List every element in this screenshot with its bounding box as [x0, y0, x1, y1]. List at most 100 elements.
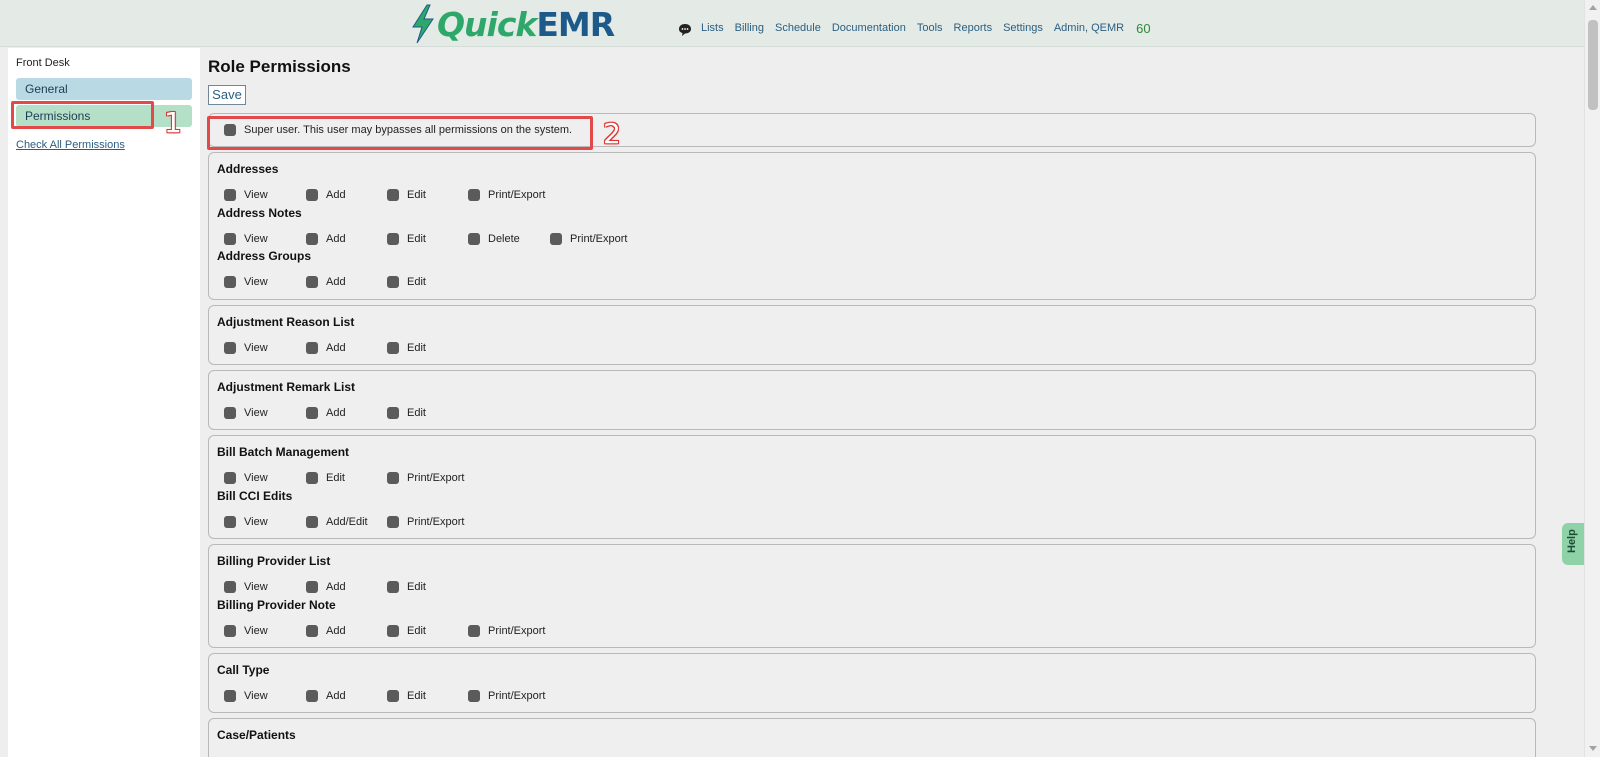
- brand-name: QuickEMR: [437, 4, 615, 44]
- perm-billing-provider-note-add[interactable]: Add: [306, 625, 346, 637]
- option-label: View: [244, 189, 268, 201]
- option-label: Edit: [407, 625, 426, 637]
- checkbox-icon: [306, 516, 318, 528]
- checkbox-icon: [468, 189, 480, 201]
- main-nav: Lists Billing Schedule Documentation Too…: [678, 19, 1151, 37]
- option-label: View: [244, 581, 268, 593]
- perm-billing-provider-edit[interactable]: Edit: [387, 581, 426, 593]
- perm-addresses-print-export[interactable]: Print/Export: [468, 189, 545, 201]
- speech-bubble-icon[interactable]: [678, 23, 692, 37]
- option-label: Print/Export: [407, 516, 465, 528]
- tab-general[interactable]: General: [16, 78, 192, 100]
- perm-addresses-view[interactable]: View: [224, 189, 268, 201]
- nav-documentation[interactable]: Documentation: [832, 22, 906, 34]
- option-label: Add: [326, 407, 346, 419]
- checkbox-icon: [387, 516, 399, 528]
- option-label: Edit: [407, 276, 426, 288]
- option-label: View: [244, 690, 268, 702]
- perm-address-groups-add[interactable]: Add: [306, 276, 346, 288]
- checkbox-icon: [387, 407, 399, 419]
- perm-bill-cci-view[interactable]: View: [224, 516, 268, 528]
- permission-card-case-patients: Case/Patients: [208, 718, 1536, 757]
- checkbox-icon: [224, 233, 236, 245]
- perm-bill-batch-edit[interactable]: Edit: [306, 472, 345, 484]
- nav-tools[interactable]: Tools: [917, 22, 943, 34]
- option-label: Add: [326, 581, 346, 593]
- perm-adjustment-remark-add[interactable]: Add: [306, 407, 346, 419]
- checkbox-icon: [387, 276, 399, 288]
- scrollbar-thumb[interactable]: [1588, 20, 1598, 110]
- perm-bill-batch-print-export[interactable]: Print/Export: [387, 472, 464, 484]
- perm-bill-cci-add-edit[interactable]: Add/Edit: [306, 516, 368, 528]
- checkbox-icon: [387, 233, 399, 245]
- perm-address-groups-edit[interactable]: Edit: [387, 276, 426, 288]
- perm-billing-provider-note-print-export[interactable]: Print/Export: [468, 625, 545, 637]
- perm-call-type-edit[interactable]: Edit: [387, 690, 426, 702]
- annotation-box-1: [11, 101, 154, 129]
- option-label: Add: [326, 625, 346, 637]
- group-title: Addresses: [217, 162, 279, 176]
- nav-schedule[interactable]: Schedule: [775, 22, 821, 34]
- scroll-down-icon[interactable]: [1589, 746, 1597, 751]
- save-button[interactable]: Save: [208, 85, 246, 105]
- perm-call-type-add[interactable]: Add: [306, 690, 346, 702]
- nav-lists[interactable]: Lists: [701, 22, 724, 34]
- nav-billing[interactable]: Billing: [735, 22, 764, 34]
- nav-reports[interactable]: Reports: [954, 22, 993, 34]
- perm-address-notes-edit[interactable]: Edit: [387, 233, 426, 245]
- perm-adjustment-remark-view[interactable]: View: [224, 407, 268, 419]
- option-label: Edit: [407, 690, 426, 702]
- help-tab[interactable]: Help: [1562, 523, 1584, 565]
- perm-adjustment-reason-view[interactable]: View: [224, 342, 268, 354]
- option-label: Print/Export: [488, 690, 546, 702]
- option-label: Print/Export: [488, 189, 546, 201]
- checkbox-icon: [306, 189, 318, 201]
- quickemr-logo[interactable]: QuickEMR: [410, 4, 615, 44]
- permission-card-adjustment-reason: Adjustment Reason List View Add Edit: [208, 305, 1536, 365]
- group-title: Adjustment Reason List: [217, 315, 355, 329]
- perm-addresses-edit[interactable]: Edit: [387, 189, 426, 201]
- perm-address-notes-print-export[interactable]: Print/Export: [550, 233, 627, 245]
- perm-billing-provider-note-view[interactable]: View: [224, 625, 268, 637]
- option-label: View: [244, 472, 268, 484]
- option-label: Add: [326, 276, 346, 288]
- perm-address-notes-add[interactable]: Add: [306, 233, 346, 245]
- checkbox-icon: [306, 407, 318, 419]
- perm-billing-provider-add[interactable]: Add: [306, 581, 346, 593]
- perm-bill-cci-print-export[interactable]: Print/Export: [387, 516, 464, 528]
- vertical-scrollbar[interactable]: [1584, 0, 1600, 757]
- check-all-permissions-link[interactable]: Check All Permissions: [16, 139, 125, 151]
- perm-address-notes-delete[interactable]: Delete: [468, 233, 520, 245]
- permission-card-call-type: Call Type View Add Edit Print/Export: [208, 653, 1536, 713]
- perm-call-type-print-export[interactable]: Print/Export: [468, 690, 545, 702]
- role-name: Front Desk: [16, 57, 70, 69]
- perm-bill-batch-view[interactable]: View: [224, 472, 268, 484]
- checkbox-icon: [224, 472, 236, 484]
- option-label: Print/Export: [407, 472, 465, 484]
- perm-call-type-view[interactable]: View: [224, 690, 268, 702]
- scroll-up-icon[interactable]: [1589, 5, 1597, 10]
- main-content: Role Permissions Save Super user. This u…: [200, 48, 1584, 757]
- perm-adjustment-remark-edit[interactable]: Edit: [387, 407, 426, 419]
- perm-adjustment-reason-add[interactable]: Add: [306, 342, 346, 354]
- checkbox-icon: [224, 276, 236, 288]
- option-label: Add: [326, 342, 346, 354]
- checkbox-icon: [387, 690, 399, 702]
- perm-addresses-add[interactable]: Add: [306, 189, 346, 201]
- checkbox-icon: [387, 342, 399, 354]
- group-title: Billing Provider Note: [217, 598, 336, 612]
- annotation-number-2: 2: [603, 117, 621, 150]
- nav-settings[interactable]: Settings: [1003, 22, 1043, 34]
- perm-billing-provider-view[interactable]: View: [224, 581, 268, 593]
- nav-user-menu[interactable]: Admin, QEMR: [1054, 22, 1124, 34]
- checkbox-icon: [306, 581, 318, 593]
- perm-address-notes-view[interactable]: View: [224, 233, 268, 245]
- checkbox-icon: [306, 233, 318, 245]
- option-label: Edit: [407, 233, 426, 245]
- perm-billing-provider-note-edit[interactable]: Edit: [387, 625, 426, 637]
- option-label: View: [244, 516, 268, 528]
- group-title: Address Groups: [217, 249, 312, 263]
- perm-address-groups-view[interactable]: View: [224, 276, 268, 288]
- option-label: Add: [326, 233, 346, 245]
- perm-adjustment-reason-edit[interactable]: Edit: [387, 342, 426, 354]
